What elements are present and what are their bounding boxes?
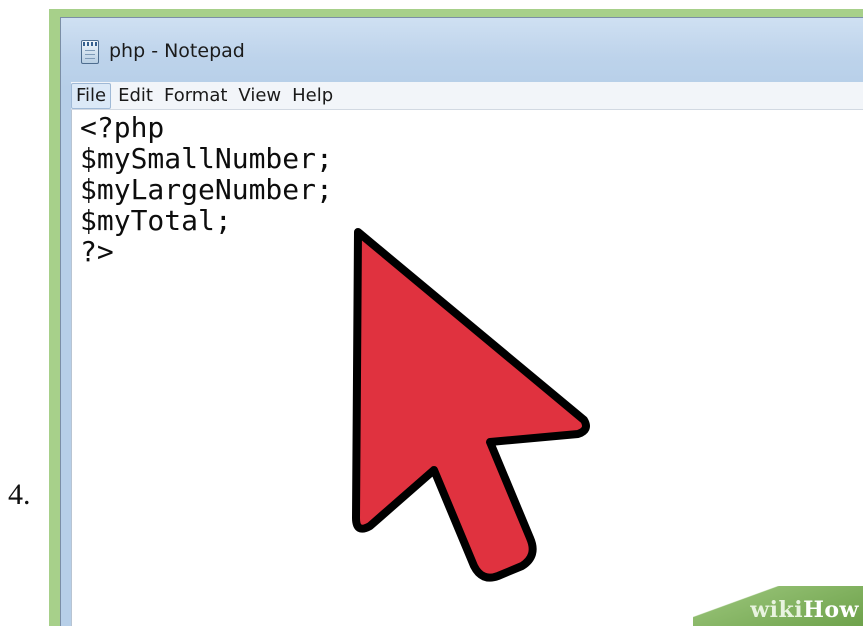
menu-format[interactable]: Format [160, 84, 231, 108]
code-text: <?php $mySmallNumber; $myLargeNumber; $myTo… [80, 112, 333, 267]
code-line: <?php [80, 111, 165, 144]
code-line: $mySmallNumber; [80, 142, 333, 175]
menu-help[interactable]: Help [288, 84, 337, 108]
menu-file[interactable]: File [71, 82, 112, 109]
menu-view[interactable]: View [234, 84, 285, 108]
step-number: 4. [8, 478, 31, 511]
title-bar[interactable]: php - Notepad [61, 18, 863, 82]
notepad-icon[interactable] [81, 40, 99, 64]
code-line: $myTotal; [80, 204, 232, 237]
wikihow-watermark: wikiHow [750, 597, 859, 623]
menu-edit[interactable]: Edit [114, 84, 157, 108]
mouse-pointer-arrow-icon [352, 228, 590, 582]
pointer-shape [352, 228, 590, 582]
code-line: ?> [80, 235, 114, 268]
menu-bar: File Edit Format View Help [71, 82, 863, 110]
window-title: php - Notepad [109, 40, 245, 62]
code-line: $myLargeNumber; [80, 173, 333, 206]
